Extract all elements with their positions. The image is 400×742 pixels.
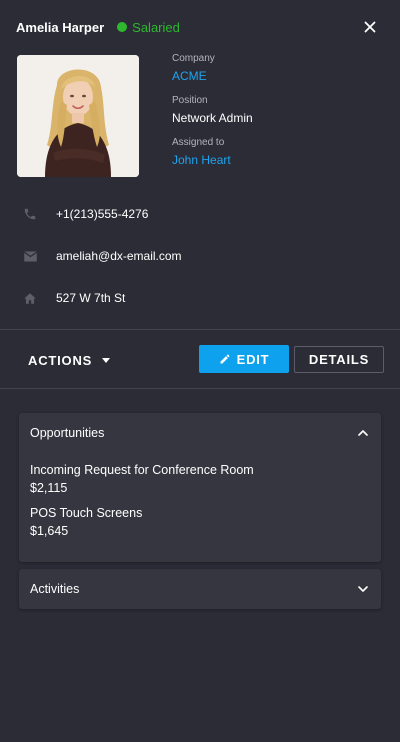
assigned-label: Assigned to (172, 137, 225, 148)
email-address: ameliah@dx-email.com (56, 249, 182, 263)
chevron-down-icon (356, 582, 370, 596)
avatar (17, 55, 139, 177)
position-field: Position Network Admin (172, 94, 382, 136)
opportunity-name: Incoming Request for Conference Room (30, 463, 254, 477)
activities-title: Activities (30, 582, 80, 596)
contact-details: Company ACME Position Network Admin Assi… (172, 52, 382, 178)
street-address: 527 W 7th St (56, 291, 126, 305)
home-icon (22, 290, 38, 306)
edit-label: EDIT (236, 351, 270, 367)
chevron-up-icon (356, 426, 370, 440)
activities-panel: Activities (19, 569, 381, 609)
pencil-icon (220, 354, 230, 364)
opportunities-title: Opportunities (30, 426, 105, 440)
contact-photo (17, 55, 139, 177)
list-item[interactable]: Incoming Request for Conference Room $2,… (19, 462, 381, 497)
opportunity-name: POS Touch Screens (30, 506, 143, 520)
email-icon (22, 248, 38, 264)
status-text: Salaried (132, 19, 180, 35)
company-link[interactable]: ACME (172, 67, 382, 85)
company-field: Company ACME (172, 52, 382, 94)
phone-row: +1(213)555-4276 (22, 204, 382, 224)
address-row: 527 W 7th St (22, 288, 382, 308)
opportunity-amount: $2,115 (30, 481, 68, 495)
actions-label: ACTIONS (28, 352, 93, 368)
close-icon (364, 21, 376, 33)
close-button[interactable] (360, 17, 380, 37)
contact-name: Amelia Harper (16, 19, 105, 35)
divider (0, 329, 400, 330)
activities-header[interactable]: Activities (19, 569, 381, 609)
company-label: Company (172, 53, 215, 64)
position-value: Network Admin (172, 111, 253, 125)
phone-number: +1(213)555-4276 (56, 207, 149, 221)
phone-icon (22, 206, 38, 222)
opportunity-amount: $1,645 (30, 524, 69, 538)
assigned-link[interactable]: John Heart (172, 151, 382, 169)
assigned-field: Assigned to John Heart (172, 136, 382, 178)
details-button[interactable]: DETAILS (294, 346, 384, 373)
status-dot-icon (117, 22, 128, 32)
email-row: ameliah@dx-email.com (22, 246, 382, 266)
caret-down-icon (102, 357, 111, 363)
opportunities-panel: Opportunities Incoming Request for Confe… (19, 413, 381, 562)
edit-button[interactable]: EDIT (199, 345, 289, 373)
opportunities-header[interactable]: Opportunities (19, 413, 381, 453)
list-item[interactable]: POS Touch Screens $1,645 (19, 505, 381, 540)
contact-card-panel: Amelia Harper Salaried Company ACME Posi… (0, 0, 400, 742)
card-header: Amelia Harper Salaried (16, 18, 388, 36)
position-label: Position (172, 95, 208, 106)
status-badge: Salaried (117, 20, 180, 35)
divider (0, 388, 400, 389)
actions-dropdown[interactable]: ACTIONS (28, 351, 111, 369)
details-label: DETAILS (308, 352, 370, 367)
